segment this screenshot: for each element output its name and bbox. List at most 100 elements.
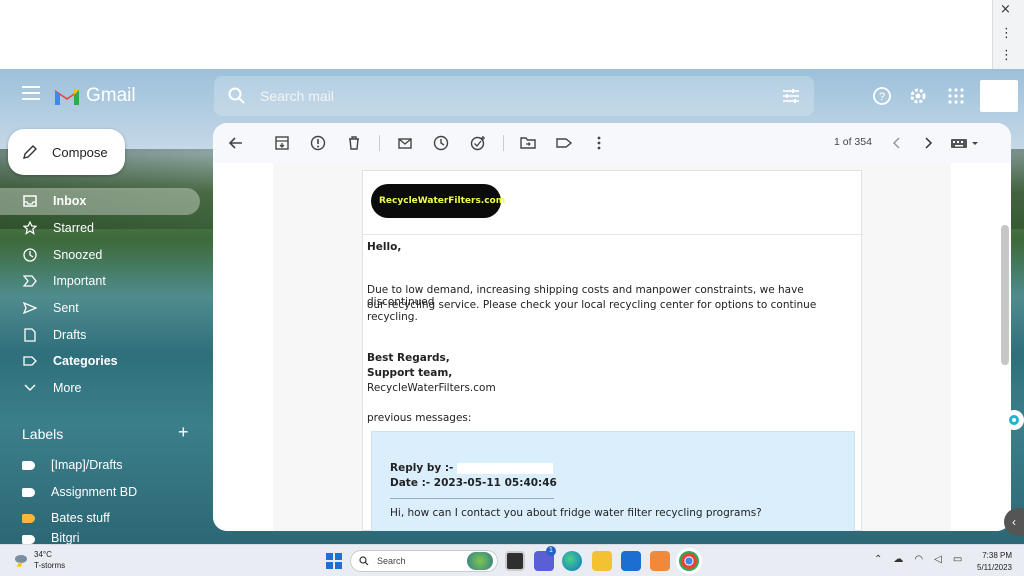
report-spam-icon[interactable] (310, 135, 326, 151)
reading-pane-margin (951, 163, 1001, 531)
side-panel-addon-icon[interactable] (1004, 410, 1024, 430)
search-highlight-icon (467, 552, 493, 570)
svg-text:?: ? (879, 91, 885, 103)
chevron-up-icon[interactable]: ⌃ (874, 554, 882, 565)
snooze-clock-icon[interactable] (433, 135, 449, 151)
mail-app-icon[interactable] (621, 551, 641, 571)
input-tools-keyboard-icon[interactable] (950, 135, 982, 151)
search-options-icon[interactable] (782, 88, 800, 104)
sidebar-item-inbox[interactable]: Inbox (0, 188, 200, 215)
sidebar-item-drafts[interactable]: Drafts (0, 321, 200, 348)
email-company: RecycleWaterFilters.com (367, 382, 496, 394)
gmail-logo[interactable]: Gmail (54, 85, 136, 107)
battery-icon[interactable]: ▭ (953, 554, 962, 565)
sidebar-item-label: Inbox (53, 194, 87, 209)
labels-heading: Labels (22, 426, 64, 442)
older-chevron-right-icon[interactable] (920, 135, 936, 151)
sidebar-item-more[interactable]: More (0, 375, 200, 402)
taskbar-clock[interactable]: 7:38 PM 5/11/2023 (972, 550, 1012, 574)
browser-menu-icon-2[interactable]: ⋮ (1000, 48, 1013, 63)
label-item[interactable]: Assignment BD (22, 479, 137, 505)
label-as-icon[interactable] (556, 135, 572, 151)
sidebar-item-label: Sent (53, 301, 79, 316)
close-icon[interactable]: × (1000, 2, 1011, 17)
add-label-icon[interactable]: + (178, 422, 189, 443)
sidebar-item-label: Starred (53, 221, 94, 236)
show-side-panel-chevron-icon[interactable]: ‹ (1004, 508, 1024, 536)
sidebar-item-snoozed[interactable]: Snoozed (0, 241, 200, 268)
sidebar-item-important[interactable]: Important (0, 268, 200, 295)
volume-icon[interactable]: ◁ (934, 554, 942, 565)
sidebar-item-starred[interactable]: Starred (0, 215, 200, 242)
label-name: Bates stuff (51, 511, 110, 525)
label-item[interactable]: Bates stuff (22, 505, 110, 531)
search-icon[interactable] (228, 87, 246, 105)
back-arrow-icon[interactable] (228, 135, 244, 151)
side-panel-scrollbar[interactable] (1002, 225, 1008, 365)
pagination-count: 1 of 354 (834, 136, 872, 148)
sidebar-nav: Inbox Starred Snoozed Important Sent Dra… (0, 188, 200, 402)
email-signoff: Best Regards, (367, 352, 450, 364)
apps-grid-icon[interactable] (946, 86, 966, 106)
main-menu-icon[interactable] (22, 86, 40, 100)
reply-by-label: Reply by :- (390, 462, 454, 474)
task-view-icon[interactable] (505, 551, 525, 571)
label-name: Bitgri (51, 531, 80, 544)
label-icon (22, 354, 37, 369)
pinned-app-icon[interactable] (650, 551, 670, 571)
label-tag-icon (22, 513, 35, 523)
move-to-folder-icon[interactable] (520, 135, 536, 151)
compose-label: Compose (52, 144, 108, 160)
mark-unread-icon[interactable] (397, 135, 413, 151)
search-bar[interactable] (214, 76, 814, 116)
pencil-icon (23, 145, 37, 159)
message-toolbar: 1 of 354 (213, 123, 1011, 163)
reply-date: Date :- 2023-05-11 05:40:46 (390, 477, 557, 489)
redacted-name (457, 462, 554, 474)
account-avatar[interactable] (980, 80, 1018, 112)
toolbar-divider (379, 135, 380, 151)
taskbar-search[interactable]: Search (350, 550, 498, 572)
newer-chevron-left-icon[interactable] (889, 135, 905, 151)
more-options-icon[interactable] (591, 135, 607, 151)
label-tag-icon (22, 535, 35, 544)
sidebar-item-categories[interactable]: Categories (0, 348, 200, 375)
sidebar-item-label: Important (53, 274, 106, 289)
compose-button[interactable]: Compose (8, 129, 125, 175)
notification-badge: 1 (546, 546, 556, 556)
browser-menu-icon[interactable]: ⋮ (1000, 26, 1013, 41)
settings-gear-icon[interactable] (908, 86, 928, 106)
taskbar-search-label: Search (377, 556, 406, 566)
search-input[interactable] (260, 88, 740, 104)
gmail-brand-text: Gmail (86, 85, 136, 106)
previous-messages-label: previous messages: (367, 412, 472, 424)
label-item[interactable]: Bitgri (22, 531, 79, 544)
divider (363, 234, 863, 235)
sidebar-item-sent[interactable]: Sent (0, 295, 200, 322)
archive-icon[interactable] (274, 135, 290, 151)
help-icon[interactable]: ? (872, 86, 892, 106)
windows-start-icon[interactable] (326, 553, 342, 569)
system-tray: ⌃ ☁ ◠ ◁ ▭ (874, 554, 962, 565)
email-content: RecycleWaterFilters.com Hello, Due to lo… (362, 170, 863, 531)
label-tag-icon (22, 460, 35, 470)
email-team: Support team, (367, 367, 453, 379)
recycle-logo: RecycleWaterFilters.com (371, 184, 505, 218)
teams-chat-icon[interactable]: 1 (534, 546, 556, 571)
browser-top-area (0, 0, 992, 69)
delete-trash-icon[interactable] (346, 135, 362, 151)
sidebar-item-label: Drafts (53, 327, 87, 342)
gmail-m-icon (55, 89, 79, 105)
file-explorer-icon[interactable] (592, 551, 612, 571)
chevron-down-icon (22, 381, 37, 396)
label-item[interactable]: [Imap]/Drafts (22, 452, 123, 478)
label-tag-icon (22, 487, 35, 497)
weather-widget[interactable]: 34°C T-storms (14, 549, 65, 571)
clock-time: 7:38 PM (982, 551, 1012, 560)
wifi-icon[interactable]: ◠ (914, 554, 923, 565)
reply-by: Reply by :- (390, 462, 554, 474)
add-task-icon[interactable] (470, 135, 486, 151)
edge-browser-icon[interactable] (562, 551, 582, 571)
chrome-browser-icon[interactable] (679, 551, 699, 571)
cloud-icon[interactable]: ☁ (893, 554, 903, 565)
